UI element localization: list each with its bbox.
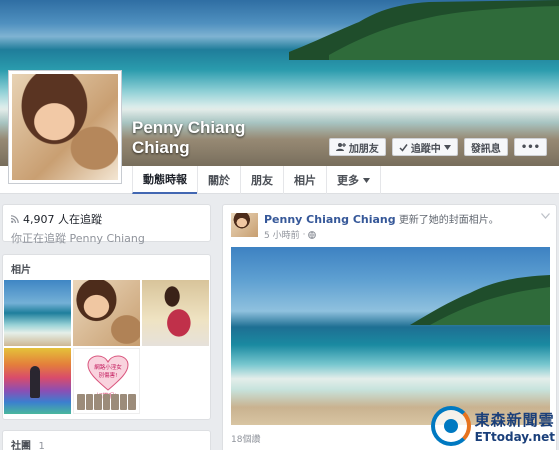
tab-timeline-label: 動態時報: [143, 173, 187, 186]
cover-hills: [289, 0, 559, 60]
heart-graphic: 網路小淫女 別傷害!: [87, 355, 129, 391]
post-cover-photo[interactable]: [231, 247, 550, 425]
photo-thumb-rainbow[interactable]: [4, 348, 71, 414]
profile-name[interactable]: Penny Chiang Chiang: [132, 118, 262, 158]
ettoday-watermark: 東森新聞雲 ETtoday.net: [430, 406, 555, 446]
poster-faces: [77, 394, 137, 410]
photo-thumb-family[interactable]: [142, 280, 209, 346]
message-button[interactable]: 發訊息: [463, 138, 508, 156]
heart-text-2: 別傷害!: [99, 371, 118, 379]
add-friend-icon: [335, 143, 346, 151]
photo-thumb-beach[interactable]: [4, 280, 71, 346]
add-friend-label: 加朋友: [348, 143, 379, 155]
heart-text-1: 網路小淫女: [94, 363, 122, 371]
message-label: 發訊息: [470, 143, 501, 155]
photo-thumb-portrait[interactable]: [73, 280, 140, 346]
chevron-down-icon: [443, 144, 451, 150]
globe-icon: [308, 230, 317, 239]
profile-photo: [12, 74, 118, 180]
watermark-en: ETtoday.net: [474, 429, 555, 444]
profile-picture[interactable]: [8, 70, 122, 184]
check-icon: [399, 143, 408, 152]
post-photo-hills: [410, 275, 550, 325]
tab-friends[interactable]: 朋友: [240, 166, 283, 194]
groups-box: 社團 1: [2, 430, 211, 450]
chevron-down-icon: [363, 177, 370, 183]
post-options-chevron-icon[interactable]: [541, 213, 550, 219]
post-timestamp-row: 5 小時前 ·: [264, 228, 317, 241]
post-header: Penny Chiang Chiang 更新了她的封面相片。: [264, 213, 540, 227]
tab-friends-label: 朋友: [251, 174, 273, 187]
followers-box: 4,907 人在追蹤 你正在追蹤 Penny Chiang: [2, 204, 211, 245]
tab-timeline[interactable]: 動態時報: [132, 166, 197, 194]
groups-count: 1: [38, 441, 45, 450]
photos-title[interactable]: 相片: [11, 261, 31, 276]
post-action: 更新了她的封面相片。: [398, 215, 499, 226]
tab-photos[interactable]: 相片: [283, 166, 326, 194]
profile-name-line2: Chiang: [132, 138, 190, 157]
tab-about-label: 關於: [208, 174, 230, 187]
add-friend-button[interactable]: 加朋友: [328, 138, 386, 156]
tab-photos-label: 相片: [294, 174, 316, 187]
watermark-cn: 東森新聞雲: [474, 410, 555, 429]
photo-thumb-heart-poster[interactable]: 網路小淫女 別傷害! 好讚喔!: [73, 348, 140, 414]
following-label: 追蹤中: [410, 143, 441, 155]
follower-count[interactable]: 4,907 人在追蹤: [23, 211, 102, 227]
photos-box: 相片 網路小淫女 別傷害! 好讚喔!: [2, 254, 211, 420]
tab-more[interactable]: 更多: [326, 166, 381, 194]
tab-more-label: 更多: [337, 174, 359, 187]
more-options-button[interactable]: •••: [513, 138, 547, 156]
post-time[interactable]: 5 小時前: [264, 228, 300, 241]
post-author[interactable]: Penny Chiang Chiang: [264, 213, 396, 226]
more-options-label: •••: [520, 141, 540, 153]
tab-about[interactable]: 關於: [197, 166, 240, 194]
post-avatar[interactable]: [231, 213, 258, 237]
following-button[interactable]: 追蹤中: [391, 138, 458, 156]
cover-actions: 加朋友 追蹤中 發訊息 •••: [328, 138, 547, 156]
ettoday-logo-icon: [430, 406, 471, 446]
post-likes[interactable]: 18個讚: [231, 432, 260, 445]
profile-name-line1: Penny Chiang: [132, 118, 246, 137]
groups-title[interactable]: 社團: [11, 441, 31, 450]
rss-icon: [11, 215, 19, 223]
following-status: 你正在追蹤 Penny Chiang: [11, 232, 145, 245]
